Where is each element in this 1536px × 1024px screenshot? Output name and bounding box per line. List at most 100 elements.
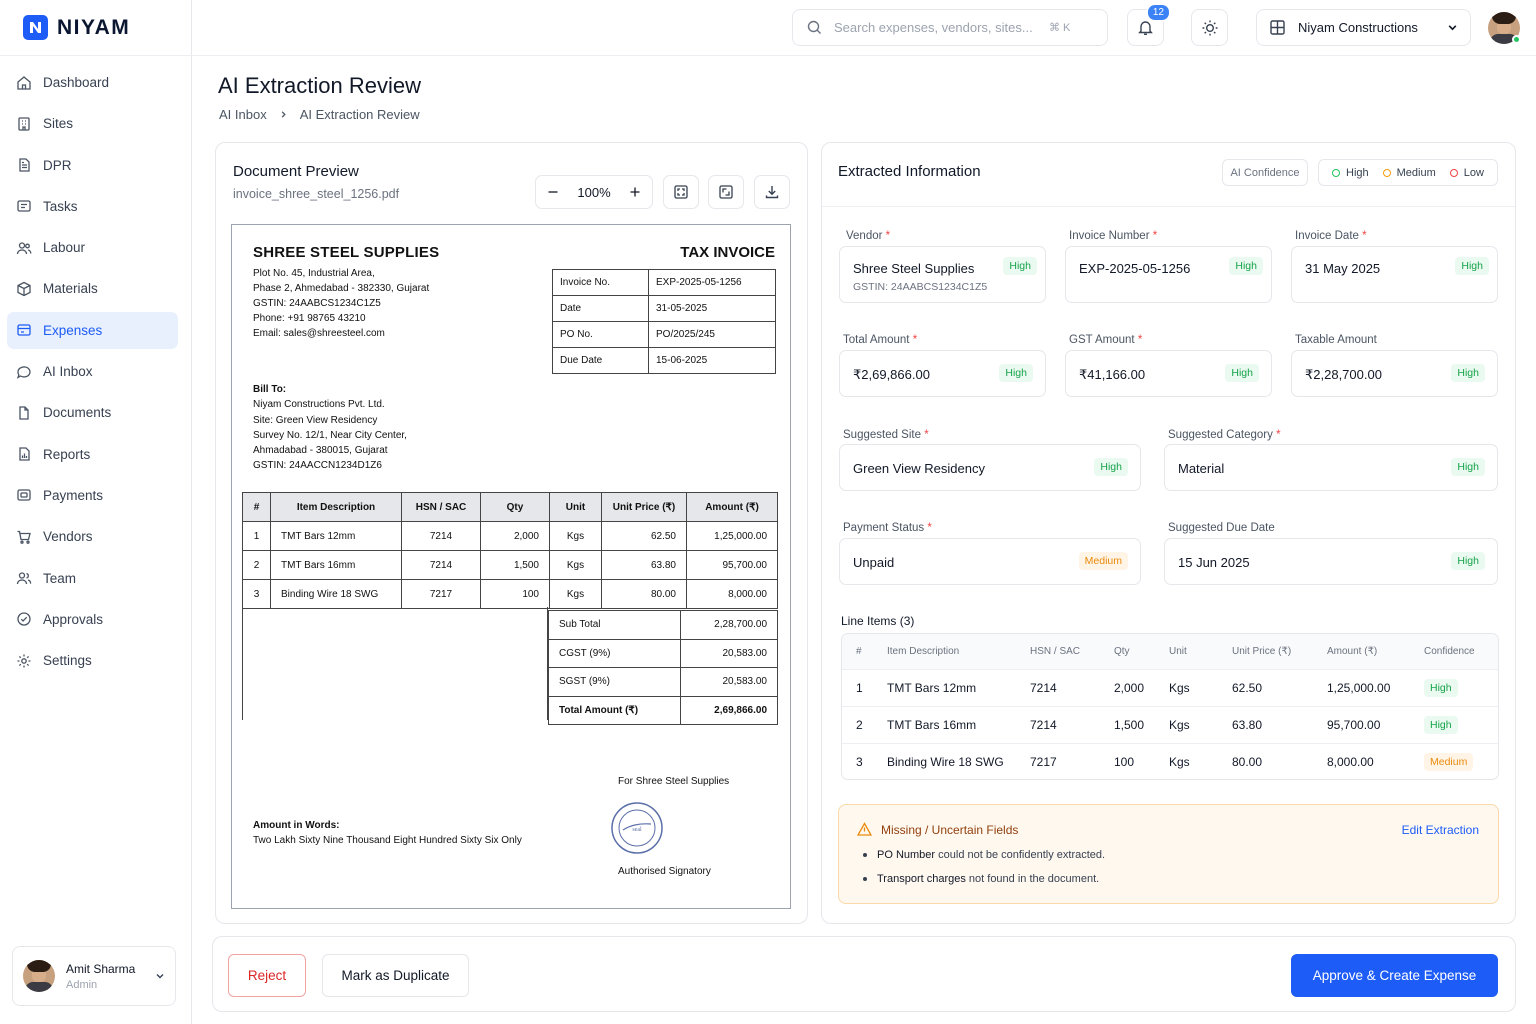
mark-duplicate-button[interactable]: Mark as Duplicate [322,954,469,997]
approve-create-expense-button[interactable]: Approve & Create Expense [1291,954,1498,997]
sidebar-item-tasks[interactable]: Tasks [7,188,178,225]
fullscreen-button[interactable] [708,175,744,209]
search-input[interactable] [834,20,1049,35]
users-icon [16,242,32,254]
confidence-badge: High [999,364,1033,382]
box-icon [17,281,31,297]
theme-toggle-button[interactable] [1191,9,1228,46]
sidebar-item-payments[interactable]: Payments [7,477,178,514]
suggested-due-date-value: 15 Jun 2025 [1178,555,1250,570]
cell: 7217 [1030,754,1057,769]
confidence-badge: High [1455,257,1489,275]
notifications-button[interactable]: 12 [1127,3,1171,46]
total-value: 2,69,866.00 [679,695,779,725]
zoom-out-button[interactable] [547,186,559,198]
edit-extraction-link[interactable]: Edit Extraction [1402,823,1479,837]
sidebar-item-labour[interactable]: Labour [7,229,178,266]
stamp-icon: seal [611,802,663,854]
invoice-number-field[interactable]: EXP-2025-05-1256 High [1065,246,1272,303]
alert-item: Transport charges not found in the docum… [863,873,1099,885]
organization-selector[interactable]: Niyam Constructions [1256,9,1471,46]
sidebar-item-expenses[interactable]: Expenses [7,311,178,349]
sidebar-item-dpr[interactable]: DPR [7,147,178,184]
vendor-value: Shree Steel Supplies [853,261,975,276]
payment-status-field[interactable]: Unpaid Medium [839,538,1141,585]
suggested-category-field[interactable]: Material High [1164,444,1498,491]
sidebar-item-settings[interactable]: Settings [7,642,178,679]
table-row[interactable]: 1 TMT Bars 12mm 7214 2,000 Kgs 62.50 1,2… [842,669,1498,707]
sidebar-item-team[interactable]: Team [7,560,178,597]
table-row[interactable]: 3 Binding Wire 18 SWG 7217 100 Kgs 80.00… [842,743,1498,779]
bill-to-line: Site: Green View Residency [253,414,378,426]
suggested-site-value: Green View Residency [853,461,985,476]
logo[interactable]: NIYAM [23,15,130,40]
sidebar-item-vendors[interactable]: Vendors [7,518,178,555]
taxable-amount-field[interactable]: ₹2,28,700.00 High [1291,350,1498,397]
cell: 1,500 [480,550,550,580]
legend-high: High [1332,167,1369,179]
search-box[interactable]: ⌘ K [792,9,1108,46]
user-role: Admin [66,978,98,991]
reject-button[interactable]: Reject [228,954,306,997]
invoice-document: SHREE STEEL SUPPLIES TAX INVOICE Plot No… [231,224,791,909]
download-button[interactable] [754,175,790,209]
invoice-date-label: Invoice Date * [1295,230,1367,242]
total-label: CGST (9%) [548,638,681,668]
total-value: 20,583.00 [679,638,779,668]
profile-avatar[interactable] [1488,12,1521,44]
invoice-number-label: Invoice Number * [1069,230,1157,242]
cell: 1,500 [1114,706,1169,744]
suggested-due-date-label: Suggested Due Date [1168,522,1275,534]
total-amount-field[interactable]: ₹2,69,866.00 High [839,350,1046,397]
table-row: 2 TMT Bars 16mm 7214 1,500 Kgs 63.80 95,… [242,550,778,580]
required-asterisk: * [1276,429,1281,441]
cell: Kgs [549,550,602,580]
address-line: GSTIN: 24AABCS1234C1Z5 [253,298,381,309]
column-header: HSN / SAC [1030,634,1114,670]
alert-item: PO Number could not be confidently extra… [863,849,1105,861]
sidebar-item-label: Sites [43,116,74,132]
vendor-field[interactable]: Shree Steel Supplies GSTIN: 24AABCS1234C… [839,246,1046,303]
alert-item-field: Transport charges [877,873,966,885]
sidebar-item-dashboard[interactable]: Dashboard [7,64,178,101]
sidebar-divider [0,55,192,56]
cell: Binding Wire 18 SWG [270,579,402,609]
gst-amount-field[interactable]: ₹41,166.00 High [1065,350,1272,397]
address-line: Email: sales@shreesteel.com [253,328,385,339]
alert-item-field: PO Number [877,849,936,861]
sidebar-item-documents[interactable]: Documents [7,394,178,431]
suggested-category-value: Material [1178,461,1225,476]
sidebar-item-reports[interactable]: Reports [7,436,178,473]
confidence-badge: Medium [1424,752,1474,771]
ai-confidence-label: AI Confidence [1222,159,1308,186]
sidebar-item-ai-inbox[interactable]: AI Inbox [7,353,178,390]
confidence-badge: High [1229,257,1263,275]
label-text: Taxable Amount [1295,334,1377,346]
fit-page-button[interactable] [663,175,699,209]
sidebar-item-materials[interactable]: Materials [7,270,178,307]
table-row: SGST (9%) 20,583.00 [548,667,779,697]
user-menu[interactable]: Amit Sharma Admin [12,946,176,1006]
sidebar-item-approvals[interactable]: Approvals [7,601,178,638]
confidence-badge: High [1451,458,1485,476]
total-label: Total Amount (₹) [548,695,681,725]
building-icon [18,117,30,131]
suggested-due-date-field[interactable]: 15 Jun 2025 High [1164,538,1498,585]
invoice-date-field[interactable]: 31 May 2025 High [1291,246,1498,303]
label-text: Suggested Site [843,429,922,441]
organization-name: Niyam Constructions [1298,20,1418,35]
confidence-badge: High [1094,458,1128,476]
zoom-in-button[interactable] [629,186,641,198]
table-row[interactable]: 2 TMT Bars 16mm 7214 1,500 Kgs 63.80 95,… [842,706,1498,744]
suggested-site-field[interactable]: Green View Residency High [839,444,1141,491]
invoice-company-name: SHREE STEEL SUPPLIES [253,244,440,261]
sidebar-item-sites[interactable]: Sites [7,105,178,142]
breadcrumb-ai-inbox[interactable]: AI Inbox [219,107,267,122]
column-header: Amount (₹) [1327,634,1424,670]
total-label: Sub Total [548,610,681,640]
company-icon [1270,20,1285,35]
required-asterisk: * [885,230,891,242]
suggested-category-label: Suggested Category * [1168,429,1281,441]
label-text: Suggested Category [1168,429,1273,441]
sidebar-item-label: Materials [43,281,98,297]
